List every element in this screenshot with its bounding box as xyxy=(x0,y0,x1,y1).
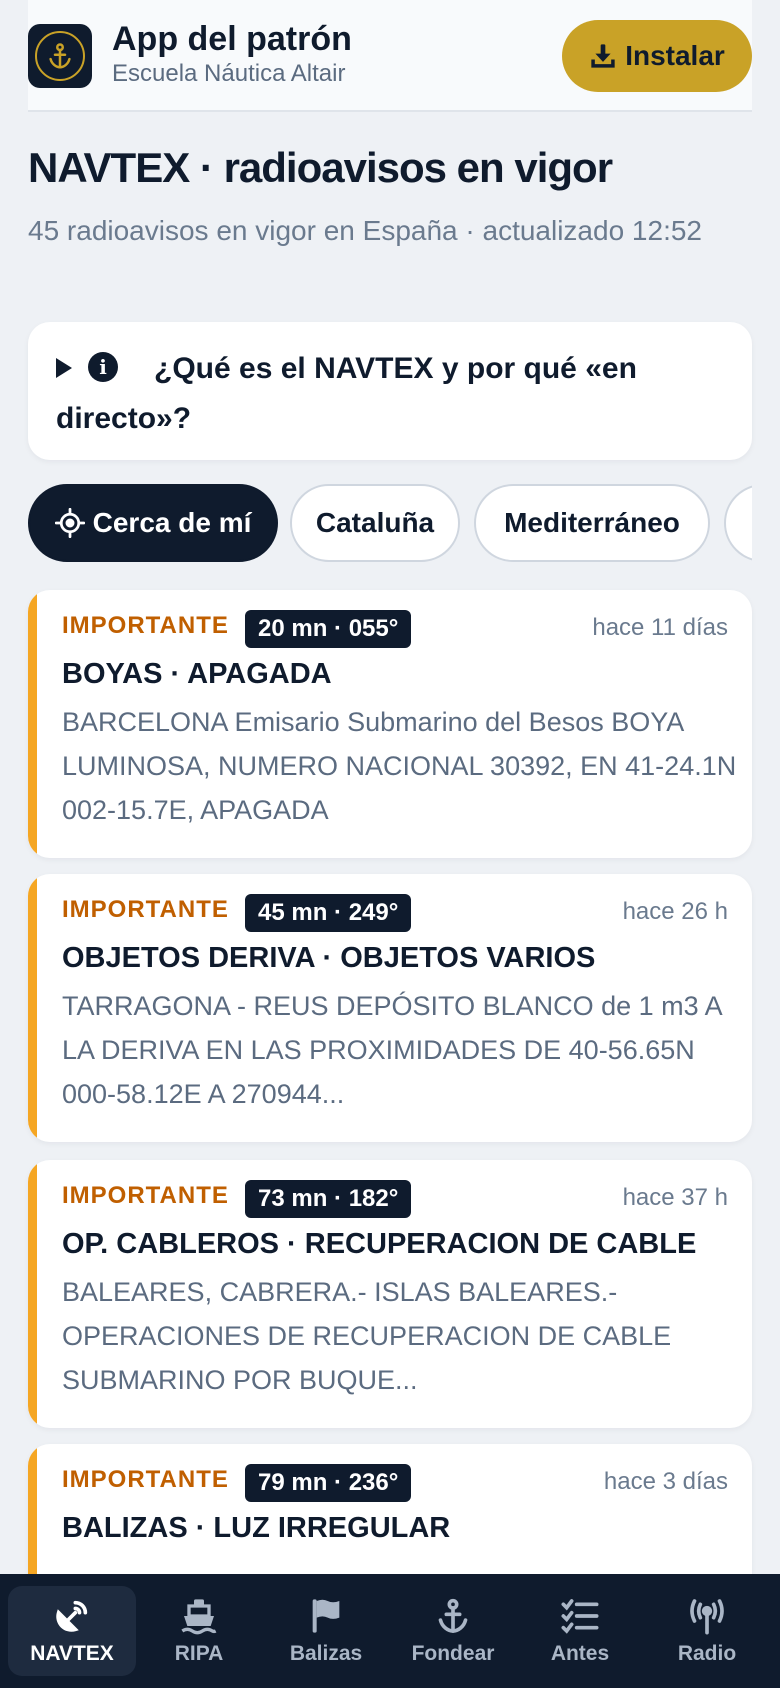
nav-ripa[interactable]: RIPA xyxy=(135,1586,263,1676)
app-header: App del patrón Escuela Náutica Altair In… xyxy=(28,0,752,112)
region-filter-bar: Cerca de mí Cataluña Mediterráneo xyxy=(28,484,752,562)
info-icon: i xyxy=(88,352,118,382)
install-label: Instalar xyxy=(625,40,725,71)
warning-age: hace 11 días xyxy=(592,614,728,641)
nav-navtex[interactable]: NAVTEX xyxy=(8,1586,136,1676)
warning-title: OP. CABLEROS · RECUPERACION DE CABLE xyxy=(62,1228,697,1260)
page-title: NAVTEX · radioavisos en vigor xyxy=(28,144,613,191)
ship-icon xyxy=(181,1599,217,1635)
priority-label: IMPORTANTE xyxy=(62,1182,229,1209)
nav-label: Radio xyxy=(677,1642,737,1665)
priority-label: IMPORTANTE xyxy=(62,612,229,639)
flag-icon xyxy=(312,1599,340,1633)
app-title: App del patrón xyxy=(112,20,352,58)
distance-bearing-badge: 20 mn · 055° xyxy=(245,610,412,648)
chip-label: Mediterráneo xyxy=(504,507,680,538)
anchor-icon xyxy=(438,1598,468,1633)
warning-age: hace 37 h xyxy=(622,1184,728,1211)
warning-body: BALEARES, CABRERA.- ISLAS BALEARES.- OPE… xyxy=(62,1277,672,1395)
nav-label: RIPA xyxy=(174,1642,224,1665)
distance-bearing-badge: 73 mn · 182° xyxy=(245,1180,412,1218)
nav-label: NAVTEX xyxy=(30,1642,114,1665)
chip-label: Cerca de mí xyxy=(92,507,252,538)
nav-fondear[interactable]: Fondear xyxy=(389,1586,517,1676)
crosshair-icon xyxy=(54,508,85,538)
nav-balizas[interactable]: Balizas xyxy=(262,1586,390,1676)
anchor-icon xyxy=(35,31,85,81)
chip-mediterraneo[interactable]: Mediterráneo xyxy=(474,484,710,562)
school-name: Escuela Náutica Altair xyxy=(112,60,346,87)
download-icon xyxy=(591,44,615,68)
chip-cataluna[interactable]: Cataluña xyxy=(290,484,460,562)
chip-more[interactable] xyxy=(724,484,752,562)
distance-bearing-badge: 45 mn · 249° xyxy=(245,894,412,932)
warning-age: hace 3 días xyxy=(603,1468,728,1495)
priority-bar xyxy=(28,590,37,858)
warning-card[interactable]: IMPORTANTE 73 mn · 182° hace 37 h OP. CA… xyxy=(28,1160,752,1428)
warning-age: hace 26 h xyxy=(622,898,728,925)
priority-label: IMPORTANTE xyxy=(62,896,229,923)
nav-radio[interactable]: Radio xyxy=(643,1586,771,1676)
priority-bar xyxy=(28,874,37,1142)
app-logo xyxy=(28,24,92,88)
nav-label: Antes xyxy=(550,1642,610,1665)
radio-tower-icon xyxy=(690,1599,724,1635)
warning-card[interactable]: IMPORTANTE 45 mn · 249° hace 26 h OBJETO… xyxy=(28,874,752,1142)
warning-body: TARRAGONA - REUS DEPÓSITO BLANCO de 1 m3… xyxy=(62,991,722,1109)
warning-card[interactable]: IMPORTANTE 20 mn · 055° hace 11 días BOY… xyxy=(28,590,752,858)
satellite-dish-icon xyxy=(56,1600,88,1632)
disclosure-triangle-icon xyxy=(56,358,72,378)
install-button[interactable]: Instalar xyxy=(562,20,752,92)
nav-label: Balizas xyxy=(289,1642,363,1665)
priority-label: IMPORTANTE xyxy=(62,1466,229,1493)
warning-body: BARCELONA Emisario Submarino del Besos B… xyxy=(62,707,737,825)
chip-label: Cataluña xyxy=(315,507,435,538)
bottom-nav: NAVTEX RIPA Balizas Fondear Antes Radio xyxy=(0,1574,780,1688)
info-disclosure[interactable]: ¿Qué es el NAVTEX y por qué «en directo»… xyxy=(28,322,752,460)
nav-label: Fondear xyxy=(411,1642,495,1665)
nav-antes[interactable]: Antes xyxy=(516,1586,644,1676)
warning-title: OBJETOS DERIVA · OBJETOS VARIOS xyxy=(62,942,596,974)
info-question: ¿Qué es el NAVTEX y por qué «en directo»… xyxy=(56,352,637,435)
page-summary: 45 radioavisos en vigor en España · actu… xyxy=(28,215,702,246)
warning-title: BALIZAS · LUZ IRREGULAR xyxy=(62,1512,451,1544)
warning-title: BOYAS · APAGADA xyxy=(62,658,332,690)
checklist-icon xyxy=(561,1599,599,1634)
priority-bar xyxy=(28,1160,37,1428)
chip-near-me[interactable]: Cerca de mí xyxy=(28,484,278,562)
distance-bearing-badge: 79 mn · 236° xyxy=(245,1464,412,1502)
